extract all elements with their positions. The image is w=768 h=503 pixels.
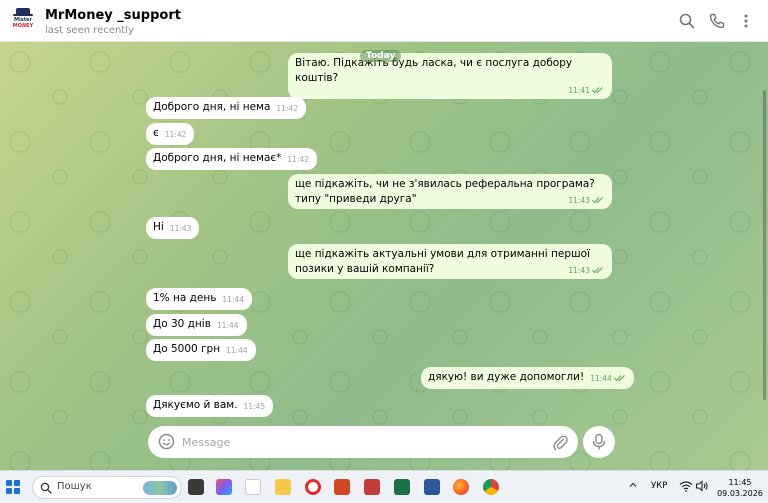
chevron-up-icon[interactable] [628,480,638,490]
clock-date: 09.03.2026 [717,489,763,498]
message-time: 11:42 [287,155,310,164]
chat-status: last seen recently [45,25,134,36]
message-time: 11:45 [243,402,266,411]
volume-icon[interactable] [695,480,709,492]
system-clock[interactable]: 11:45 09.03.2026 [715,477,765,499]
message-outgoing[interactable]: Вітаю. Підкажіть будь ласка, чи є послуг… [288,53,612,99]
message-time: 11:44 [590,374,612,383]
search-icon[interactable] [678,12,696,30]
avatar-logo-bottom: MONEY [12,23,34,29]
message-time: 11:43 [169,224,192,233]
search-icon [40,482,52,494]
chat-header: Mister MONEY MrMoney _support last seen … [0,0,768,42]
message-incoming[interactable]: є 11:42 [146,123,195,145]
message-time: 11:44 [222,295,245,304]
message-outgoing[interactable]: ще підкажіть актуальні умови для отриман… [288,244,612,279]
windows-taskbar: Пошук УКР 11:45 09.03.2026 [0,470,768,503]
message-time: 11:44 [226,346,248,355]
message-meta: 11:41 [295,86,604,96]
hat-icon [13,8,33,16]
taskbar-search-placeholder: Пошук [57,481,92,492]
message-text: 1% на день [153,292,217,304]
message-time: 11:42 [276,104,299,113]
message-composer [148,426,578,458]
message-text: Вітаю. Підкажіть будь ласка, чи є послуг… [295,57,573,84]
phone-icon[interactable] [708,12,726,30]
widgets-icon[interactable] [216,479,232,495]
microphone-button[interactable] [583,426,615,458]
chrome-icon[interactable] [483,479,499,495]
message-incoming[interactable]: Доброго дня, ні немає* 11:42 [146,148,318,170]
message-incoming[interactable]: До 30 днів 11:44 [146,314,247,336]
message-text: Дякуємо й вам. [153,399,238,411]
message-outgoing[interactable]: дякую! ви дуже допомогли! 11:44 [421,367,634,389]
taskbar-search[interactable]: Пошук [32,476,182,499]
search-highlight-image [143,481,177,495]
message-time: 11:42 [164,130,187,139]
wifi-icon[interactable] [679,480,693,492]
message-incoming[interactable]: Доброго дня, ні нема 11:42 [146,97,307,119]
excel-icon[interactable] [394,479,410,495]
message-text: дякую! ви дуже допомогли! [428,371,585,383]
paperclip-icon[interactable] [552,433,568,451]
scrollbar[interactable] [763,90,766,400]
message-incoming[interactable]: 1% на день 11:44 [146,288,253,310]
smile-icon[interactable] [158,433,175,450]
microphone-icon [592,433,606,450]
message-text: До 30 днів [153,318,211,330]
pdf-reader-icon[interactable] [364,479,380,495]
double-check-icon [613,375,625,382]
message-time: 11:44 [216,321,239,330]
message-time: 11:43 [568,266,590,275]
message-text: є [153,127,159,139]
message-text: Ні [153,221,164,233]
message-incoming[interactable]: Ні 11:43 [146,217,200,239]
double-check-icon [592,267,603,274]
task-view-icon[interactable] [188,479,204,495]
chat-background[interactable]: Вітаю. Підкажіть будь ласка, чи є послуг… [0,42,768,470]
message-incoming[interactable]: До 5000 грн 11:44 [146,339,256,361]
input-language[interactable]: УКР [651,481,667,491]
word-icon[interactable] [424,479,440,495]
powerpoint-icon[interactable] [334,479,350,495]
double-check-icon [592,87,603,94]
snipping-tool-icon[interactable] [245,479,261,495]
firefox-icon[interactable] [453,479,469,495]
message-text: Доброго дня, ні немає* [153,152,282,164]
date-chip: Today [360,50,402,62]
file-explorer-icon[interactable] [275,479,291,495]
opera-icon[interactable] [305,479,321,495]
message-text: Доброго дня, ні нема [153,101,271,113]
double-check-icon [592,197,603,204]
windows-start-icon[interactable] [6,480,20,494]
chat-title[interactable]: MrMoney _support [45,8,181,23]
clock-time: 11:45 [728,478,752,487]
message-time: 11:43 [568,196,590,205]
avatar[interactable]: Mister MONEY [10,7,36,35]
more-vertical-icon[interactable] [737,12,755,30]
message-text: До 5000 грн [153,343,221,355]
message-time: 11:41 [568,86,590,95]
message-meta: 11:44 [590,371,626,386]
message-outgoing[interactable]: ще підкажіть, чи не з'явилась реферальна… [288,174,612,209]
message-input[interactable] [182,432,542,452]
message-incoming[interactable]: Дякуємо й вам. 11:45 [146,395,274,417]
